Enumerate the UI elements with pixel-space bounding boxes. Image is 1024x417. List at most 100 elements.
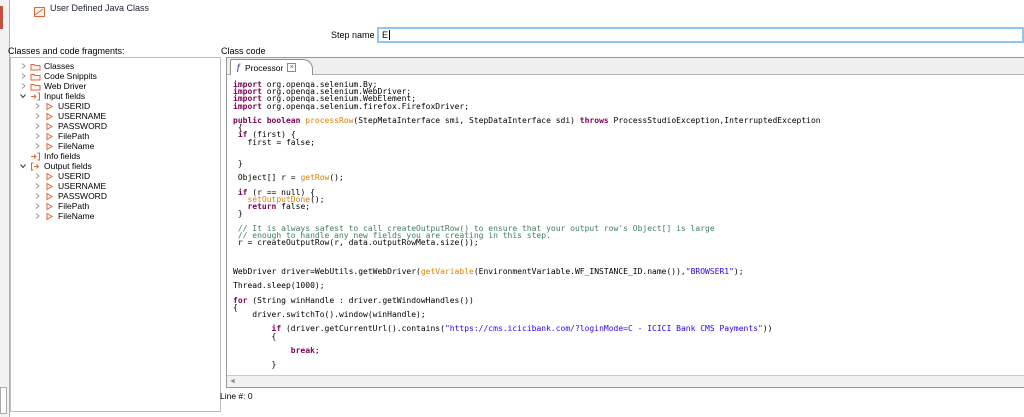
- classes-tree[interactable]: Classes Code Snippits Web Driver Input fiel…: [10, 57, 221, 412]
- tree-item-label: Code Snippits: [44, 71, 97, 81]
- expander-expanded-icon[interactable]: [17, 92, 29, 100]
- code-line: if (r == null) {: [237, 187, 315, 197]
- tree-item-label: PASSWORD: [58, 191, 107, 201]
- tree-item-code-snippits[interactable]: Code Snippits: [11, 71, 220, 81]
- tree-item-label: USERID: [58, 101, 91, 111]
- expander-collapsed-icon[interactable]: [31, 212, 43, 220]
- expander-expanded-icon[interactable]: [17, 162, 29, 170]
- input-fields-icon: [29, 92, 42, 101]
- code-line: {: [233, 331, 277, 341]
- tree-item-username[interactable]: USERNAME: [11, 181, 220, 191]
- tree-item-output-fields[interactable]: Output fields: [11, 161, 220, 171]
- expander-collapsed-icon[interactable]: [31, 112, 43, 120]
- tree-item-label: PASSWORD: [58, 121, 107, 131]
- code-panel-heading: Class code: [221, 46, 266, 56]
- code-line: for (String winHandle : driver.getWindow…: [233, 295, 474, 305]
- code-line: if (first) {: [237, 130, 296, 140]
- code-line: }: [233, 360, 277, 370]
- expander-collapsed-icon[interactable]: [17, 82, 29, 90]
- tree-item-filename[interactable]: FileName: [11, 141, 220, 151]
- tree-item-label: FileName: [58, 211, 95, 221]
- tree-item-label: FilePath: [58, 201, 90, 211]
- tree-item-userid[interactable]: USERID: [11, 101, 220, 111]
- tree-item-label: Web Driver: [44, 81, 87, 91]
- editor-tab-strip: ƒ Processor ×: [227, 58, 1024, 75]
- expander-collapsed-icon[interactable]: [17, 72, 29, 80]
- expander-collapsed-icon[interactable]: [31, 192, 43, 200]
- field-icon: [43, 102, 56, 111]
- code-line: break;: [290, 345, 320, 355]
- step-name-input[interactable]: E: [377, 27, 1024, 43]
- code-line: if (driver.getCurrentUrl().contains("htt…: [271, 324, 773, 334]
- output-fields-icon: [29, 162, 42, 171]
- tree-item-label: USERNAME: [58, 111, 107, 121]
- horizontal-scrollbar[interactable]: ◄: [227, 375, 1024, 387]
- background-scrollbar-thumb: [0, 387, 7, 414]
- expander-collapsed-icon[interactable]: [31, 122, 43, 130]
- script-icon: ƒ: [236, 62, 242, 72]
- tree-item-filename[interactable]: FileName: [11, 211, 220, 221]
- tree-item-label: USERNAME: [58, 181, 107, 191]
- tree-item-userid[interactable]: USERID: [11, 171, 220, 181]
- tree-item-label: Input fields: [44, 91, 86, 101]
- code-line: Object[] r = getRow();: [233, 173, 344, 183]
- class-code-panel: ƒ Processor × import org.openqa.selenium…: [226, 57, 1024, 388]
- code-line: Thread.sleep(1000);: [233, 281, 325, 291]
- expander-collapsed-icon[interactable]: [31, 172, 43, 180]
- tree-item-classes[interactable]: Classes: [11, 61, 220, 71]
- field-icon: [43, 202, 56, 211]
- tree-item-label: Classes: [44, 61, 75, 71]
- expander-collapsed-icon[interactable]: [31, 182, 43, 190]
- background-window-edge: [0, 0, 10, 417]
- expander-collapsed-icon[interactable]: [31, 142, 43, 150]
- code-line: WebDriver driver=WebUtils.getWebDriver(g…: [233, 266, 744, 276]
- tree-item-label: FileName: [58, 141, 95, 151]
- tree-item-label: FilePath: [58, 131, 90, 141]
- field-icon: [43, 132, 56, 141]
- code-line: return false;: [247, 202, 311, 212]
- code-line: import org.openqa.selenium.firefox.Firef…: [233, 101, 470, 111]
- expander-collapsed-icon[interactable]: [31, 202, 43, 210]
- folder-icon: [29, 82, 42, 91]
- tree-item-input-fields[interactable]: Input fields: [11, 91, 220, 101]
- code-line: public boolean processRow(StepMetaInterf…: [233, 115, 821, 125]
- tree-item-password[interactable]: PASSWORD: [11, 191, 220, 201]
- tree-item-web-driver[interactable]: Web Driver: [11, 81, 220, 91]
- tree-item-password[interactable]: PASSWORD: [11, 121, 220, 131]
- tree-item-info-fields[interactable]: Info fields: [11, 151, 220, 161]
- input-fields-icon: [29, 152, 42, 161]
- tree-item-filepath[interactable]: FilePath: [11, 201, 220, 211]
- field-icon: [43, 212, 56, 221]
- expander-collapsed-icon[interactable]: [31, 102, 43, 110]
- step-name-label: Step name: [331, 30, 375, 40]
- status-line-number: Line #: 0: [220, 391, 253, 401]
- tree-item-username[interactable]: USERNAME: [11, 111, 220, 121]
- field-icon: [43, 182, 56, 191]
- expander-collapsed-icon[interactable]: [17, 62, 29, 70]
- step-name-value: E: [382, 30, 389, 40]
- code-line: {: [233, 123, 243, 133]
- field-icon: [43, 172, 56, 181]
- tree-item-label: Info fields: [44, 151, 81, 161]
- field-icon: [43, 122, 56, 131]
- expander-collapsed-icon[interactable]: [31, 132, 43, 140]
- code-line: }: [233, 209, 243, 219]
- tree-item-label: Output fields: [44, 161, 92, 171]
- code-line: setOutputDone();: [247, 195, 325, 204]
- scroll-left-icon[interactable]: ◄: [229, 378, 236, 386]
- background-window-accent: [0, 6, 3, 29]
- code-editor[interactable]: import org.openqa.selenium.By; import org…: [227, 76, 1024, 375]
- code-line: driver.switchTo().window(winHandle);: [233, 310, 426, 319]
- field-icon: [43, 112, 56, 121]
- close-icon[interactable]: ×: [287, 63, 297, 72]
- tree-item-filepath[interactable]: FilePath: [11, 131, 220, 141]
- field-icon: [43, 192, 56, 201]
- tab-processor[interactable]: ƒ Processor ×: [230, 59, 314, 75]
